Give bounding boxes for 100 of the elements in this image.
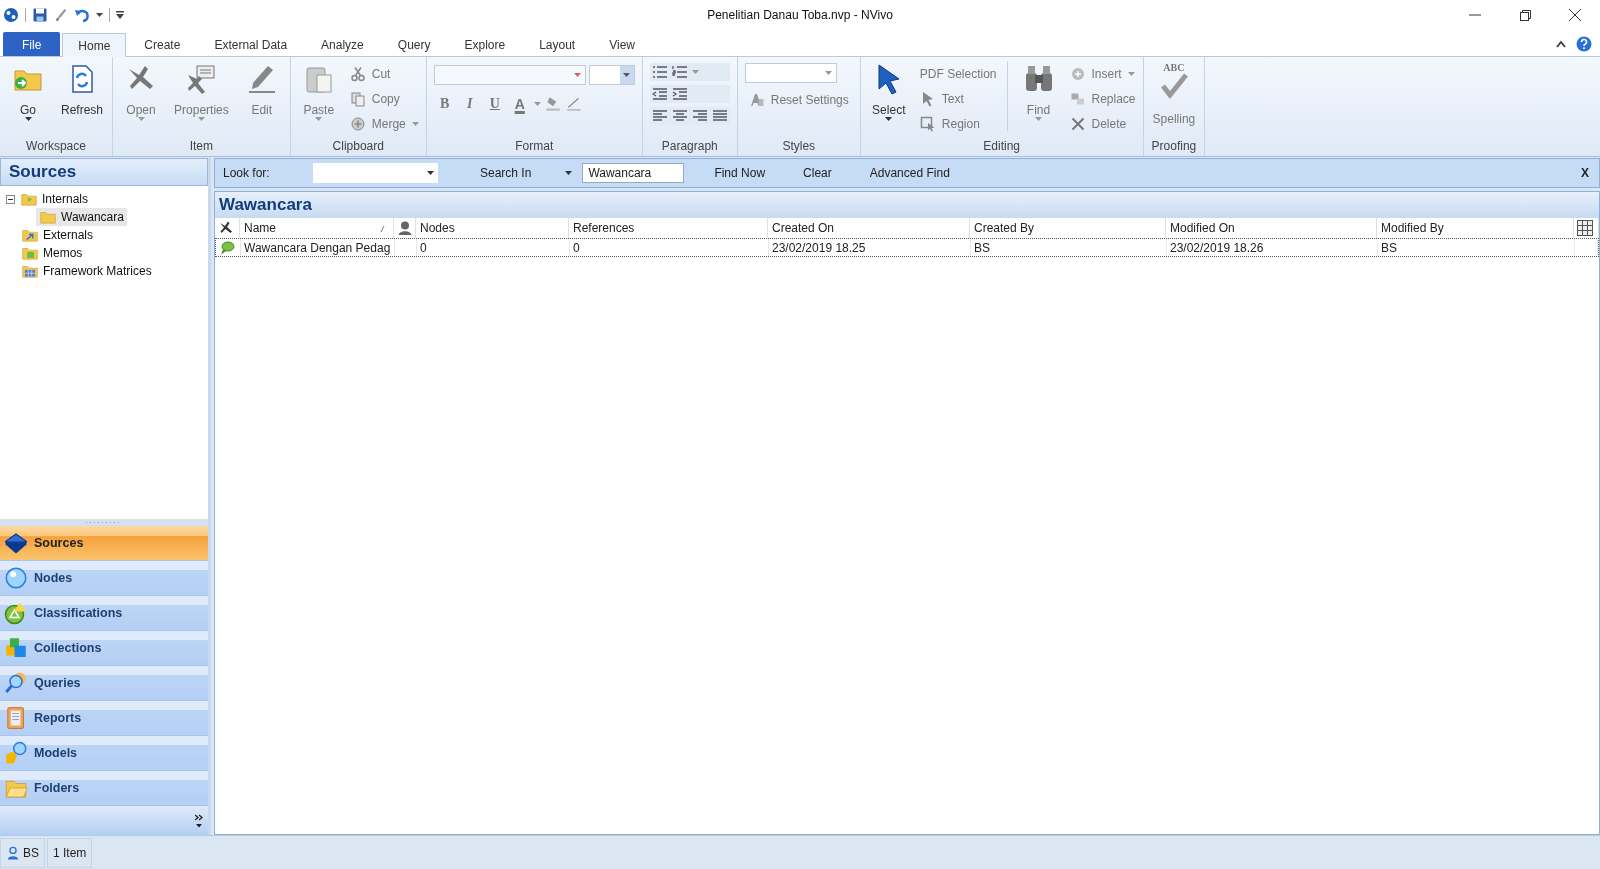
- column-chooser-button[interactable]: [1574, 218, 1599, 238]
- region-icon: [919, 115, 936, 132]
- navigation-button[interactable]: Models: [0, 736, 208, 771]
- cross-icon: [1069, 115, 1086, 132]
- caret-icon: [824, 71, 832, 75]
- navigation-button[interactable]: Folders: [0, 771, 208, 806]
- speech-bubble-icon: [219, 239, 235, 256]
- window-title: Penelitian Danau Toba.nvp - NVivo: [707, 8, 893, 22]
- grid-icon: [1577, 220, 1593, 236]
- group-label: Proofing: [1150, 138, 1198, 155]
- table-cell: 23/02/2019 18.26: [1167, 239, 1378, 256]
- collapse-icon: [1556, 40, 1566, 48]
- save-icon: [32, 7, 48, 23]
- caret-icon: [427, 171, 434, 175]
- tree-item[interactable]: Framework Matrices: [18, 262, 155, 280]
- file-tab[interactable]: File: [3, 32, 61, 56]
- ribbon-tab[interactable]: Analyze: [305, 32, 380, 56]
- align-center-icon: [671, 109, 688, 123]
- reset-icon: [748, 91, 765, 108]
- close-icon: [1568, 8, 1582, 22]
- minimize-icon: [1469, 14, 1481, 16]
- merge-icon: [349, 115, 366, 132]
- caret-icon: [691, 70, 699, 74]
- panel-title: Sources: [0, 158, 208, 186]
- focused-row[interactable]: Wawancara Dengan Pedag 0 0 23/02/2019 18.25 BS 23/02/2019 18.26 BS: [215, 238, 1599, 257]
- brush-icon: [54, 7, 68, 23]
- magnifier-icon: [4, 671, 28, 695]
- ribbon-tab[interactable]: Query: [381, 32, 447, 56]
- table-cell: BS: [971, 239, 1167, 256]
- ribbon-tab[interactable]: Layout: [523, 32, 592, 56]
- numbered-list-icon: [671, 65, 688, 79]
- icon-caption: ABC: [1163, 63, 1185, 72]
- eraser-icon: [564, 95, 583, 113]
- search-in-dropdown[interactable]: Search In: [476, 164, 577, 182]
- group-label: Format: [514, 138, 555, 155]
- table-cell: 0: [417, 239, 570, 256]
- ribbon-tab[interactable]: Create: [128, 32, 197, 56]
- font-name-field[interactable]: [433, 65, 586, 85]
- find-bar-button[interactable]: Advanced Find: [861, 163, 958, 183]
- tree-item[interactable]: Wawancara: [36, 208, 127, 226]
- group-label: Paragraph: [660, 138, 719, 155]
- highlighter-icon: [543, 95, 562, 113]
- copy-icon: [349, 90, 366, 107]
- navigation-button[interactable]: Reports: [0, 701, 208, 736]
- caret-icon: [533, 102, 541, 106]
- list-card-icon: [185, 63, 218, 95]
- user-icon: [6, 844, 20, 861]
- group-label: Styles: [781, 138, 817, 155]
- navigation-button[interactable]: Queries: [0, 666, 208, 701]
- bullet-list-icon: [651, 65, 668, 79]
- customize-icon: [116, 11, 124, 19]
- caret-icon: [623, 73, 631, 77]
- status-text: 1 Item: [47, 837, 93, 868]
- table-cell: 0: [570, 239, 769, 256]
- table-cell: BS: [1378, 239, 1575, 256]
- help-icon: [1576, 36, 1592, 52]
- undo-icon: [74, 7, 90, 23]
- circle-icon: [4, 566, 28, 590]
- ribbon-tab[interactable]: Home: [62, 33, 127, 57]
- ribbon-button[interactable]: Select: [863, 61, 914, 133]
- navigation-button[interactable]: Sources: [0, 526, 208, 561]
- ribbon-button[interactable]: Refresh: [55, 61, 110, 133]
- close-button[interactable]: X: [1581, 166, 1589, 180]
- table-cell: 23/02/2019 18.25: [769, 239, 971, 256]
- indent-icon: [671, 87, 688, 101]
- font-size-field[interactable]: [588, 65, 635, 85]
- scissors-icon: [349, 65, 366, 82]
- style-field[interactable]: [744, 63, 837, 83]
- field-label: Look for:: [222, 166, 271, 180]
- tree-item[interactable]: Memos: [18, 244, 86, 262]
- squares-icon: [4, 636, 28, 660]
- tree-item[interactable]: Internals: [17, 190, 92, 208]
- look-for-field[interactable]: [313, 163, 438, 183]
- caret-icon: [96, 13, 103, 17]
- search-in-field[interactable]: Wawancara: [582, 163, 685, 183]
- more-buttons-icon: [195, 813, 203, 828]
- find-bar-button[interactable]: Find Now: [706, 163, 774, 183]
- triangle-circle-icon: [4, 601, 28, 625]
- shapes-icon: [4, 741, 28, 765]
- group-label: Item: [188, 138, 215, 155]
- tree-item[interactable]: Externals: [18, 226, 97, 244]
- navigation-button[interactable]: Collections: [0, 631, 208, 666]
- ribbon-tab[interactable]: View: [593, 32, 651, 56]
- insert-icon: [1069, 65, 1086, 82]
- outdent-icon: [651, 87, 668, 101]
- find-bar-button[interactable]: Clear: [795, 163, 840, 183]
- justify-icon: [711, 109, 728, 123]
- navigation-button[interactable]: Classifications: [0, 596, 208, 631]
- caret-icon: [573, 73, 581, 77]
- restore-icon: [1518, 8, 1532, 22]
- ribbon-button[interactable]: Go: [3, 61, 53, 133]
- ribbon-tab[interactable]: Explore: [448, 32, 522, 56]
- group-label: Workspace: [25, 138, 87, 155]
- status-user: BS: [0, 837, 45, 868]
- table-cell: Wawancara Dengan Pedag: [241, 239, 395, 256]
- ribbon-tab[interactable]: External Data: [198, 32, 304, 56]
- group-label: Clipboard: [331, 138, 385, 155]
- person-icon: [397, 220, 413, 236]
- caret-icon: [565, 171, 573, 175]
- navigation-button[interactable]: Nodes: [0, 561, 208, 596]
